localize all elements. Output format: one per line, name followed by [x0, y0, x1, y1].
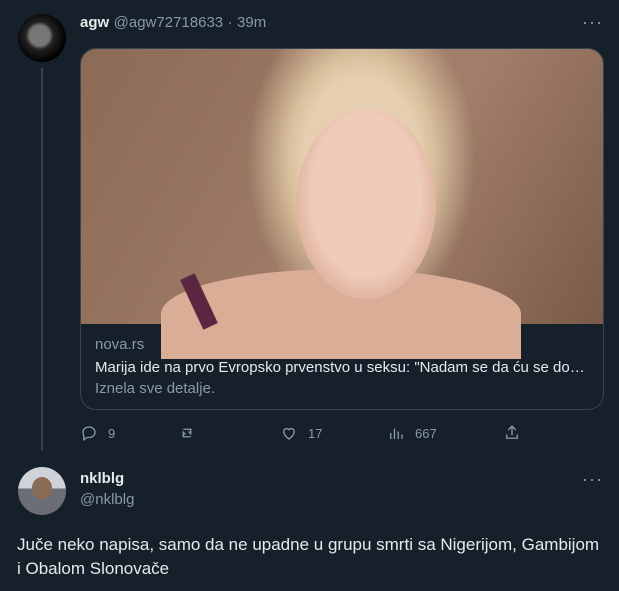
- heart-icon: [283, 427, 295, 440]
- card-description: Iznela sve detalje.: [95, 380, 216, 397]
- more-options-button[interactable]: ···: [582, 469, 603, 490]
- link-card[interactable]: nova.rs Marija ide na prvo Evropsko prve…: [80, 48, 604, 410]
- reply-author: nklblg @nklblg: [80, 470, 134, 508]
- retweet-icon: [182, 428, 192, 438]
- retweet-button[interactable]: [178, 424, 206, 442]
- like-count: 17: [308, 425, 323, 441]
- views-count: 667: [415, 425, 437, 441]
- reply-text: Juče neko napisa, samo da ne upadne u gr…: [17, 535, 600, 578]
- card-domain: nova.rs: [95, 336, 145, 353]
- tweet-header: agw @agw72718633 · 39m: [80, 14, 266, 32]
- card-image: [81, 49, 603, 359]
- views-button[interactable]: 667: [387, 424, 437, 442]
- reply-icon: [82, 426, 96, 442]
- card-text: nova.rs Marija ide na prvo Evropsko prve…: [95, 336, 589, 397]
- avatar[interactable]: [18, 467, 66, 515]
- author-handle[interactable]: @nklblg: [80, 491, 134, 508]
- share-button[interactable]: [503, 424, 531, 442]
- timestamp[interactable]: 39m: [237, 14, 266, 31]
- more-horizontal-icon: ···: [582, 469, 603, 489]
- card-title: Marija ide na prvo Evropsko prvenstvo u …: [95, 359, 589, 376]
- like-button[interactable]: 17: [280, 424, 322, 442]
- analytics-icon: [390, 428, 403, 439]
- share-icon: [506, 425, 518, 439]
- reply-count: 9: [108, 425, 116, 441]
- author-name[interactable]: nklblg: [80, 470, 134, 487]
- more-horizontal-icon: ···: [582, 12, 603, 32]
- more-options-button[interactable]: ···: [582, 12, 603, 33]
- avatar[interactable]: [18, 14, 66, 62]
- thread-connector: [41, 68, 43, 450]
- author-name[interactable]: agw: [80, 14, 109, 31]
- reply-button[interactable]: 9: [80, 424, 115, 442]
- author-handle[interactable]: @agw72718633: [114, 14, 223, 31]
- separator: ·: [227, 14, 233, 31]
